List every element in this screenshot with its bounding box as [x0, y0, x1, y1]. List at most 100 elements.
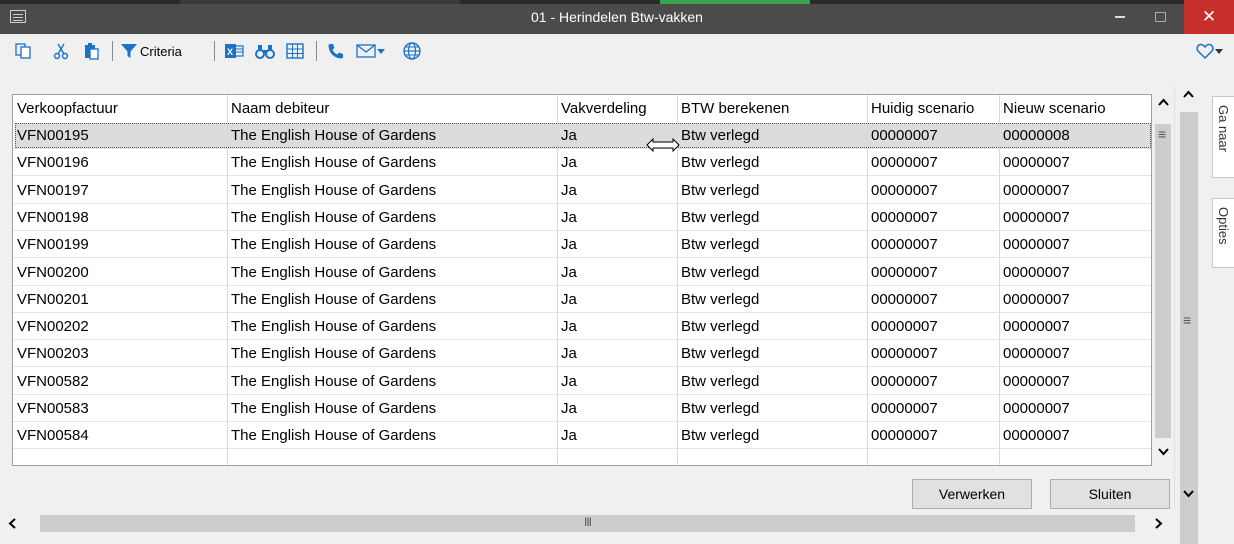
cell-new-scenario[interactable]: 00000008 [999, 122, 1151, 149]
header-new-scenario[interactable]: Nieuw scenario [999, 95, 1151, 122]
paste-icon[interactable] [80, 38, 102, 64]
table-row[interactable]: VFN00582 The English House of Gardens Ja Bt… [13, 368, 1151, 395]
minimize-button[interactable] [1100, 0, 1140, 34]
cell-invoice[interactable]: VFN00197 [13, 177, 227, 204]
cell-current-scenario[interactable]: 00000007 [867, 259, 999, 286]
cell-debtor-name[interactable]: The English House of Gardens [227, 286, 557, 313]
cell-vat-calc[interactable]: Btw verlegd [677, 368, 867, 395]
table-row[interactable]: VFN00202 The English House of Gardens Ja Bt… [13, 313, 1151, 340]
cell-debtor-name[interactable]: The English House of Gardens [227, 122, 557, 149]
header-invoice[interactable]: Verkoopfactuur [13, 95, 227, 122]
table-row[interactable]: VFN00198 The English House of Gardens Ja Bt… [13, 204, 1151, 231]
scroll-right-arrow-icon[interactable] [1155, 518, 1163, 529]
cell-invoice[interactable]: VFN00582 [13, 368, 227, 395]
cell-new-scenario[interactable]: 00000007 [999, 368, 1151, 395]
table-row[interactable]: VFN00200 The English House of Gardens Ja Bt… [13, 259, 1151, 286]
side-tab-goto[interactable]: Ga naar [1212, 96, 1234, 178]
cell-vat-calc[interactable]: Btw verlegd [677, 340, 867, 367]
cell-debtor-name[interactable]: The English House of Gardens [227, 313, 557, 340]
table-row[interactable]: VFN00201 The English House of Gardens Ja Bt… [13, 286, 1151, 313]
globe-icon[interactable] [400, 38, 424, 64]
header-distribution[interactable]: Vakverdeling [557, 95, 677, 122]
horizontal-scrollbar[interactable]: III [0, 512, 1174, 534]
table-row[interactable]: VFN00197 The English House of Gardens Ja Bt… [13, 177, 1151, 204]
side-tab-options[interactable]: Opties [1212, 198, 1234, 268]
cell-invoice[interactable]: VFN00203 [13, 340, 227, 367]
cell-debtor-name[interactable]: The English House of Gardens [227, 149, 557, 176]
close-window-button[interactable]: ✕ [1184, 0, 1234, 34]
cell-invoice[interactable]: VFN00198 [13, 204, 227, 231]
scroll-left-arrow-icon[interactable] [8, 518, 16, 529]
cell-current-scenario[interactable]: 00000007 [867, 368, 999, 395]
table-row[interactable]: VFN00195 The English House of Gardens Ja Bt… [13, 122, 1151, 149]
cell-new-scenario[interactable]: 00000007 [999, 340, 1151, 367]
cell-current-scenario[interactable]: 00000007 [867, 122, 999, 149]
cell-new-scenario[interactable]: 00000007 [999, 422, 1151, 449]
cell-vat-calc[interactable]: Btw verlegd [677, 204, 867, 231]
maximize-button[interactable] [1140, 0, 1180, 34]
form-scroll-thumb[interactable]: ≡ [1180, 112, 1198, 544]
cell-distribution[interactable]: Ja [557, 395, 677, 422]
header-current-scenario[interactable]: Huidig scenario [867, 95, 999, 122]
cell-new-scenario[interactable]: 00000007 [999, 286, 1151, 313]
cell-debtor-name[interactable]: The English House of Gardens [227, 395, 557, 422]
cell-distribution[interactable]: Ja [557, 340, 677, 367]
cell-new-scenario[interactable]: 00000007 [999, 231, 1151, 258]
cell-new-scenario[interactable]: 00000007 [999, 177, 1151, 204]
data-grid[interactable]: Verkoopfactuur Naam debiteur Vakverdeling B… [12, 94, 1152, 466]
cell-debtor-name[interactable]: The English House of Gardens [227, 259, 557, 286]
cell-vat-calc[interactable]: Btw verlegd [677, 422, 867, 449]
form-vertical-scrollbar[interactable]: ≡ [1174, 86, 1203, 544]
mail-dropdown-button[interactable] [356, 38, 392, 64]
cell-current-scenario[interactable]: 00000007 [867, 286, 999, 313]
table-row[interactable]: VFN00584 The English House of Gardens Ja Bt… [13, 422, 1151, 449]
cell-current-scenario[interactable]: 00000007 [867, 422, 999, 449]
cell-invoice[interactable]: VFN00200 [13, 259, 227, 286]
criteria-button[interactable]: Criteria [120, 38, 206, 64]
favorite-dropdown-button[interactable] [1196, 38, 1234, 64]
table-row[interactable]: VFN00199 The English House of Gardens Ja Bt… [13, 231, 1151, 258]
table-row[interactable]: VFN00203 The English House of Gardens Ja Bt… [13, 340, 1151, 367]
cell-invoice[interactable]: VFN00201 [13, 286, 227, 313]
cell-invoice[interactable]: VFN00195 [13, 122, 227, 149]
cell-distribution[interactable]: Ja [557, 422, 677, 449]
cell-invoice[interactable]: VFN00202 [13, 313, 227, 340]
cell-new-scenario[interactable]: 00000007 [999, 313, 1151, 340]
table-row[interactable]: VFN00196 The English House of Gardens Ja Bt… [13, 149, 1151, 176]
grid-icon[interactable] [284, 38, 306, 64]
cell-distribution[interactable]: Ja [557, 231, 677, 258]
cell-new-scenario[interactable]: 00000007 [999, 149, 1151, 176]
header-debtor-name[interactable]: Naam debiteur [227, 95, 557, 122]
cell-current-scenario[interactable]: 00000007 [867, 177, 999, 204]
cell-debtor-name[interactable]: The English House of Gardens [227, 422, 557, 449]
cell-vat-calc[interactable]: Btw verlegd [677, 259, 867, 286]
close-button[interactable]: Sluiten [1050, 479, 1170, 509]
cell-invoice[interactable]: VFN00199 [13, 231, 227, 258]
cell-debtor-name[interactable]: The English House of Gardens [227, 204, 557, 231]
scroll-up-arrow-icon[interactable] [1158, 98, 1169, 106]
cell-vat-calc[interactable]: Btw verlegd [677, 395, 867, 422]
cell-vat-calc[interactable]: Btw verlegd [677, 122, 867, 149]
cell-current-scenario[interactable]: 00000007 [867, 340, 999, 367]
cell-current-scenario[interactable]: 00000007 [867, 204, 999, 231]
cell-debtor-name[interactable]: The English House of Gardens [227, 177, 557, 204]
cell-current-scenario[interactable]: 00000007 [867, 149, 999, 176]
cell-current-scenario[interactable]: 00000007 [867, 395, 999, 422]
grid-scroll-thumb[interactable]: ≡ [1155, 124, 1171, 438]
cell-current-scenario[interactable]: 00000007 [867, 313, 999, 340]
cell-vat-calc[interactable]: Btw verlegd [677, 286, 867, 313]
cell-debtor-name[interactable]: The English House of Gardens [227, 231, 557, 258]
cell-distribution[interactable]: Ja [557, 368, 677, 395]
cell-vat-calc[interactable]: Btw verlegd [677, 149, 867, 176]
cell-distribution[interactable]: Ja [557, 204, 677, 231]
copy-icon[interactable] [12, 38, 34, 64]
grid-vertical-scrollbar[interactable]: ≡ [1152, 94, 1174, 466]
excel-icon[interactable]: X [222, 38, 246, 64]
cell-distribution[interactable]: Ja [557, 177, 677, 204]
binoculars-icon[interactable] [252, 38, 278, 64]
header-vat-calc[interactable]: BTW berekenen [677, 95, 867, 122]
table-row[interactable]: VFN00583 The English House of Gardens Ja Bt… [13, 395, 1151, 422]
cell-new-scenario[interactable]: 00000007 [999, 204, 1151, 231]
cell-distribution[interactable]: Ja [557, 259, 677, 286]
cell-vat-calc[interactable]: Btw verlegd [677, 231, 867, 258]
